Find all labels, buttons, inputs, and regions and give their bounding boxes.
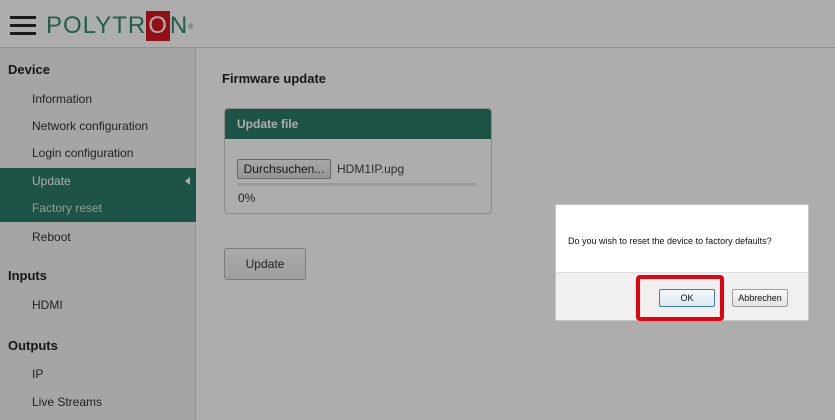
cancel-button[interactable]: Abbrechen: [732, 289, 788, 307]
ok-button[interactable]: OK: [659, 289, 715, 307]
dialog-footer: OK Abbrechen: [556, 272, 808, 320]
confirm-dialog: Do you wish to reset the device to facto…: [555, 204, 809, 321]
dialog-message: Do you wish to reset the device to facto…: [568, 236, 772, 246]
